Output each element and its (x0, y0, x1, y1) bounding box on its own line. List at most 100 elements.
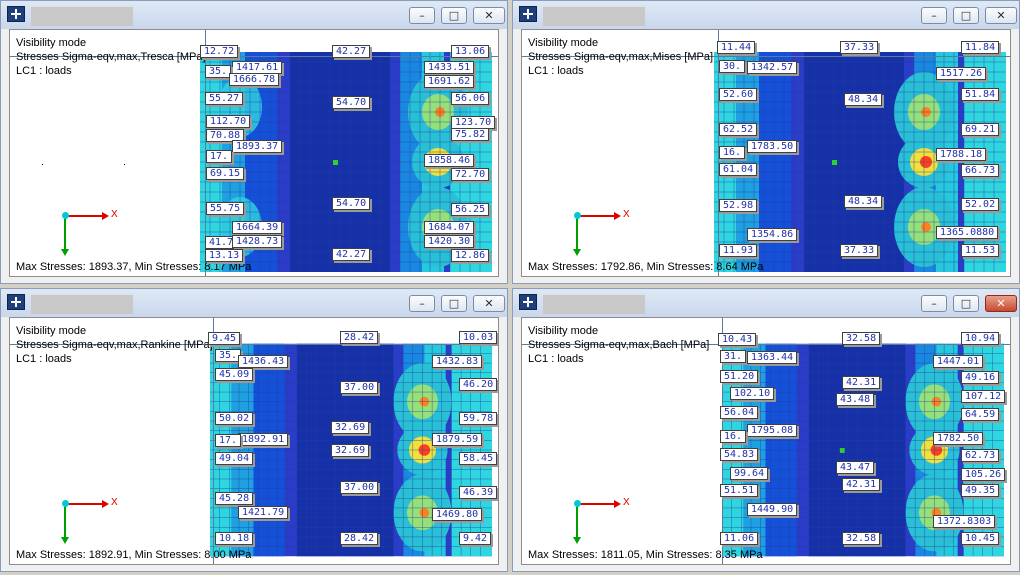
stress-value-label: 9.45 (208, 332, 241, 345)
app-icon (7, 6, 25, 22)
stress-value-label: 54.70 (332, 197, 371, 210)
stress-value-label: 1432.83 (432, 355, 483, 368)
minimize-button[interactable]: – (409, 7, 435, 24)
stress-value-label: 42.27 (332, 45, 371, 58)
maximize-button[interactable]: □ (953, 295, 979, 312)
window-title (31, 7, 133, 26)
stress-value-label: 42.31 (842, 478, 881, 491)
stress-value-label: 50.02 (215, 412, 254, 425)
stress-value-label: 37.33 (840, 244, 879, 257)
x-axis-label: X (623, 209, 630, 220)
stress-value-label: 1788.18 (936, 148, 987, 161)
axis-origin (62, 500, 69, 507)
stress-value-label: 1420.30 (424, 235, 475, 248)
stress-value-label: 54.70 (332, 96, 371, 109)
fem-viewport[interactable]: Visibility mode Stresses Sigma-eqv,max,R… (9, 317, 499, 565)
minimize-button[interactable]: – (409, 295, 435, 312)
stress-value-label: 1428.73 (232, 235, 283, 248)
title-bar[interactable]: – □ ✕ (513, 289, 1019, 317)
x-axis-label: X (623, 497, 630, 508)
stress-value-label: 58.45 (459, 452, 498, 465)
grid-dot (42, 164, 43, 165)
stress-value-label: 51.20 (720, 370, 759, 383)
visibility-mode-label: Visibility mode (16, 325, 87, 337)
stress-value-label: 1421.79 (238, 506, 289, 519)
axis-origin (574, 500, 581, 507)
stress-value-label: 10.43 (718, 333, 757, 346)
stress-value-label: 11.06 (720, 532, 759, 545)
y-axis-arrow (573, 503, 581, 544)
max-min-stress-status: Max Stresses: 1811.05, Min Stresses: 8.3… (528, 549, 763, 561)
stress-value-label: 17. (206, 150, 233, 163)
axis-origin (574, 212, 581, 219)
stress-value-label: 102.10 (730, 387, 775, 400)
title-bar[interactable]: – □ ✕ (1, 1, 507, 29)
stress-value-label: 48.34 (844, 93, 883, 106)
visibility-mode-label: Visibility mode (528, 37, 599, 49)
fem-viewport[interactable]: Visibility mode Stresses Sigma-eqv,max,M… (521, 29, 1011, 277)
stress-value-label: 10.94 (961, 332, 1000, 345)
close-button[interactable]: ✕ (473, 295, 505, 312)
fem-viewport[interactable]: Visibility mode Stresses Sigma-eqv,max,B… (521, 317, 1011, 565)
stress-value-label: 1447.01 (933, 355, 984, 368)
stress-value-label: 12.72 (200, 45, 239, 58)
stress-value-label: 1783.50 (747, 140, 798, 153)
stress-value-label: 56.06 (451, 92, 490, 105)
visibility-mode-label: Visibility mode (16, 37, 87, 49)
close-button[interactable]: ✕ (985, 295, 1017, 312)
y-axis-arrow (61, 215, 69, 256)
max-min-stress-status: Max Stresses: 1893.37, Min Stresses: 8.1… (16, 261, 252, 273)
stress-value-label: 69.15 (206, 167, 245, 180)
stress-value-label: 107.12 (961, 390, 1006, 403)
stress-value-label: 49.16 (961, 371, 1000, 384)
y-axis-arrow (61, 503, 69, 544)
stress-value-label: 1433.51 (424, 61, 475, 74)
stress-value-label: 42.27 (332, 248, 371, 261)
stress-value-label: 11.44 (717, 41, 756, 54)
title-bar[interactable]: – □ ✕ (513, 1, 1019, 29)
load-case-label: LC1 : loads (16, 353, 72, 365)
max-min-stress-status: Max Stresses: 1792.86, Min Stresses: 8.6… (528, 261, 764, 273)
stress-value-label: 35. (205, 65, 232, 78)
stress-value-label: 49.35 (961, 484, 1000, 497)
stress-value-label: 37.00 (340, 381, 379, 394)
stress-value-label: 45.28 (215, 492, 254, 505)
stress-value-label: 64.59 (961, 408, 1000, 421)
fem-viewport[interactable]: Visibility mode Stresses Sigma-eqv,max,T… (9, 29, 499, 277)
x-axis-arrow (65, 500, 109, 508)
stress-value-label: 1684.07 (424, 221, 475, 234)
stress-value-label: 32.69 (331, 421, 370, 434)
stress-value-label: 37.33 (840, 41, 879, 54)
stress-value-label: 43.47 (836, 461, 875, 474)
load-case-label: LC1 : loads (16, 65, 72, 77)
window-bach: – □ ✕ Visibility mode Stresses Sigma-eqv… (512, 288, 1020, 572)
stress-value-label: 52.98 (719, 199, 758, 212)
x-axis-arrow (577, 500, 621, 508)
stress-value-label: 1354.86 (747, 228, 798, 241)
maximize-button[interactable]: □ (953, 7, 979, 24)
stress-value-label: 28.42 (340, 532, 379, 545)
stress-value-label: 61.04 (719, 163, 758, 176)
title-bar[interactable]: – □ ✕ (1, 289, 507, 317)
stress-value-label: 13.13 (205, 249, 244, 262)
stress-value-label: 12.86 (451, 249, 490, 262)
stress-value-label: 42.31 (842, 376, 881, 389)
window-title (543, 295, 645, 314)
visibility-mode-label: Visibility mode (528, 325, 599, 337)
maximize-button[interactable]: □ (441, 7, 467, 24)
minimize-button[interactable]: – (921, 295, 947, 312)
window-title (31, 295, 133, 314)
stress-value-label: 9.42 (459, 532, 492, 545)
app-icon (519, 294, 537, 310)
stress-value-label: 10.18 (215, 532, 254, 545)
grid-dot (124, 164, 125, 165)
maximize-button[interactable]: □ (441, 295, 467, 312)
close-button[interactable]: ✕ (473, 7, 505, 24)
stress-value-label: 1436.43 (238, 355, 289, 368)
stress-value-label: 10.03 (459, 331, 498, 344)
coordinate-axes: X (572, 493, 632, 544)
close-button[interactable]: ✕ (985, 7, 1017, 24)
minimize-button[interactable]: – (921, 7, 947, 24)
stress-value-label: 1666.78 (229, 73, 280, 86)
stress-value-label: 54.83 (720, 448, 759, 461)
